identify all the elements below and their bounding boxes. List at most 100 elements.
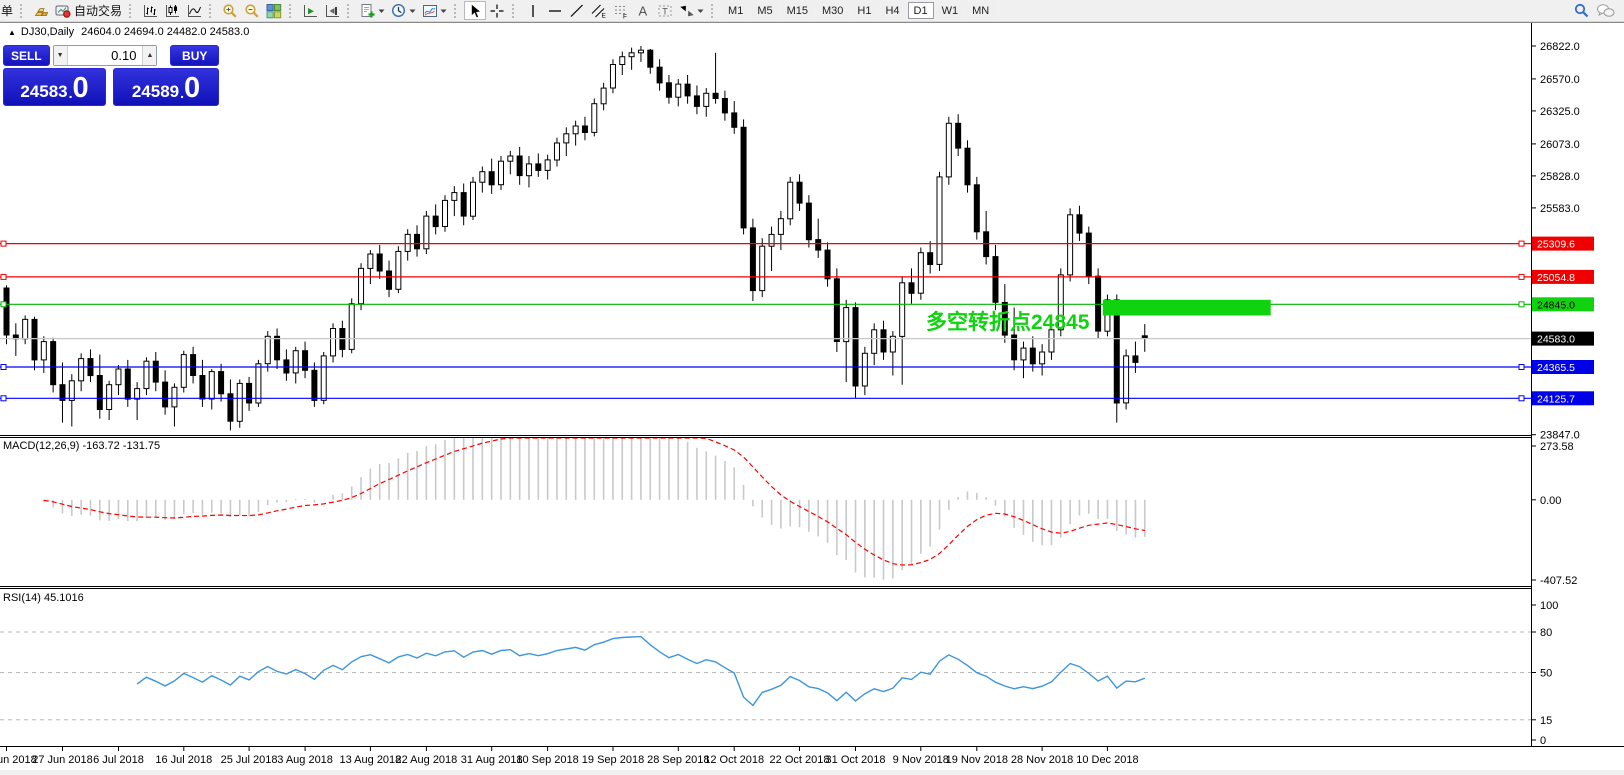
chart-canvas[interactable]: 多空转折点2484526822.026570.026325.026073.025… [0, 23, 1624, 770]
date-label: 9 Nov 2018 [893, 754, 949, 766]
bar-chart-icon [142, 3, 158, 19]
date-label: 28 Sep 2018 [647, 754, 709, 766]
buy-price-main: 24589 [132, 82, 179, 102]
chinese-annotation[interactable]: 多空转折点24845 [926, 310, 1090, 334]
date-label: 22 Oct 2018 [770, 754, 830, 766]
date-label: 22 Aug 2018 [396, 754, 458, 766]
horizontal-line-icon [547, 3, 563, 19]
autotrading-button[interactable]: 自动交易 [52, 1, 125, 20]
svg-text:26570.0: 26570.0 [1540, 74, 1580, 86]
date-label: 19 Nov 2018 [946, 754, 1008, 766]
buy-price-pips: 0 [184, 75, 200, 102]
buy-price-button[interactable]: 24589.0 [113, 68, 219, 106]
svg-text:25828.0: 25828.0 [1540, 171, 1580, 183]
trendline-button[interactable] [566, 1, 588, 20]
caret-down-icon[interactable] [440, 8, 447, 14]
fibonacci-button[interactable]: F [610, 1, 632, 20]
svg-text:100: 100 [1540, 600, 1558, 612]
svg-text:0.00: 0.00 [1540, 495, 1561, 507]
timeframe-toolbar: M1M5M15M30H1H4D1W1MN [707, 2, 996, 19]
autotrading-icon [55, 3, 71, 19]
horizontal-line-button[interactable] [544, 1, 566, 20]
arrows-button[interactable] [676, 1, 707, 20]
main-toolbar: 单 自动交易 EFA T M1M5M15M30H1H4D1W1MN [0, 0, 1624, 22]
highlight-rectangle[interactable] [1103, 300, 1271, 316]
toolbar-group-grip [129, 4, 136, 18]
buy-button[interactable]: BUY [170, 45, 219, 66]
timeframe-m15-button[interactable]: M15 [781, 2, 814, 19]
fibonacci-icon: F [613, 3, 629, 19]
volume-down-button[interactable]: ▼ [54, 46, 68, 65]
zoom-in-icon [222, 3, 238, 19]
search-button[interactable] [1570, 1, 1593, 20]
caret-down-icon[interactable] [697, 8, 704, 14]
tile-windows-button[interactable] [263, 1, 285, 20]
text-icon: A [635, 3, 651, 19]
timeframe-mn-button[interactable]: MN [966, 2, 995, 19]
timeframe-h4-button[interactable]: H4 [879, 2, 905, 19]
chart-shift-button[interactable] [321, 1, 343, 20]
bar-chart-button[interactable] [139, 1, 161, 20]
collapse-arrow-icon[interactable]: ▲ [8, 28, 16, 37]
channel-button[interactable]: E [588, 1, 610, 20]
crosshair-icon [489, 3, 505, 19]
zoom-out-button[interactable] [241, 1, 263, 20]
text-button[interactable]: A [632, 1, 654, 20]
volume-up-button[interactable]: ▲ [142, 46, 156, 65]
line-chart-button[interactable] [183, 1, 205, 20]
symbol-period-label: DJ30,Daily [21, 26, 74, 38]
zoom-in-button[interactable] [219, 1, 241, 20]
gold-icon [33, 3, 49, 19]
cursor-button[interactable] [464, 1, 486, 20]
svg-text:26822.0: 26822.0 [1540, 41, 1580, 53]
sell-price-button[interactable]: 24583.0 [3, 68, 106, 106]
timeframe-m1-button[interactable]: M1 [722, 2, 749, 19]
date-label: 3 Aug 2018 [277, 754, 333, 766]
timeframe-d1-button[interactable]: D1 [908, 2, 934, 19]
toolbar-group-grip [512, 4, 519, 18]
autoscroll-button[interactable] [299, 1, 321, 20]
svg-text:0: 0 [1540, 735, 1546, 747]
periods-button[interactable] [388, 1, 419, 20]
crosshair-button[interactable] [486, 1, 508, 20]
candlestick-icon [164, 3, 180, 19]
date-label: 25 Jul 2018 [221, 754, 278, 766]
svg-text:25583.0: 25583.0 [1540, 203, 1580, 215]
sell-price-main: 24583 [20, 82, 67, 102]
chat-button[interactable] [1593, 1, 1618, 20]
new-chart-button[interactable] [357, 1, 388, 20]
toolbar-group-grip [209, 4, 216, 18]
chart-background [0, 23, 1624, 770]
chart-shift-icon [324, 3, 340, 19]
templates-button[interactable] [419, 1, 450, 20]
candlestick-button[interactable] [161, 1, 183, 20]
timeframe-h1-button[interactable]: H1 [851, 2, 877, 19]
toolbar-group-grip [20, 4, 27, 18]
search-icon [1573, 2, 1590, 19]
timeframe-m5-button[interactable]: M5 [751, 2, 778, 19]
svg-text:T: T [662, 6, 668, 16]
autoscroll-icon [302, 3, 318, 19]
toolbar-groups: 自动交易 EFA T [16, 0, 707, 21]
volume-stepper: ▼ 0.10 ▲ [53, 45, 158, 66]
caret-down-icon[interactable] [409, 8, 416, 14]
svg-text:A: A [639, 3, 648, 18]
text-label-button[interactable]: T [654, 1, 676, 20]
zoom-out-icon [244, 3, 260, 19]
toolbar-group-grip [347, 4, 354, 18]
gold-button[interactable] [30, 1, 52, 20]
new-order-button[interactable]: 单 [0, 2, 16, 19]
new-chart-icon [360, 3, 376, 19]
line-chart-icon [186, 3, 202, 19]
timeframe-w1-button[interactable]: W1 [936, 2, 965, 19]
timeframe-m30-button[interactable]: M30 [816, 2, 849, 19]
date-label: 31 Aug 2018 [461, 754, 523, 766]
svg-text:25054.8: 25054.8 [1537, 272, 1575, 284]
caret-down-icon[interactable] [378, 8, 385, 14]
volume-input[interactable]: 0.10 [68, 46, 143, 65]
chat-icon [1596, 3, 1615, 19]
sell-button[interactable]: SELL [3, 45, 50, 66]
svg-text:23847.0: 23847.0 [1540, 430, 1580, 442]
vertical-line-button[interactable] [522, 1, 544, 20]
vertical-line-icon [525, 3, 541, 19]
